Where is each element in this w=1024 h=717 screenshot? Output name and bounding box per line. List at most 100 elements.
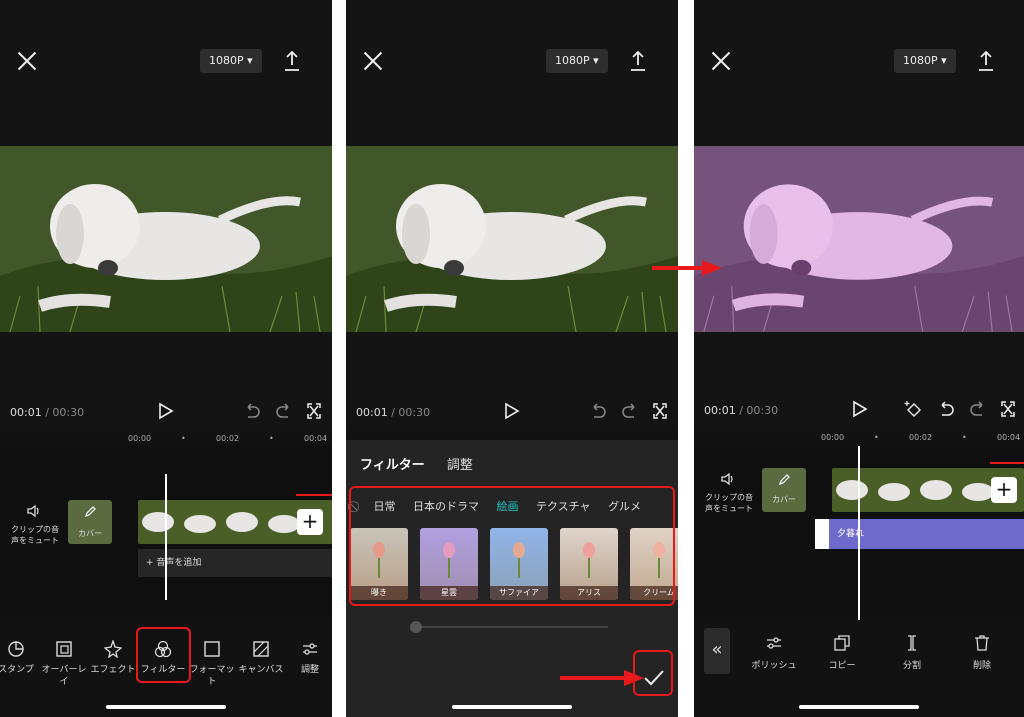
undo-icon[interactable] — [590, 402, 606, 420]
export-icon[interactable] — [628, 50, 648, 72]
home-indicator — [799, 705, 919, 709]
mute-clip-label[interactable]: クリップの音 声をミュート — [702, 492, 756, 514]
add-audio-button[interactable]: + 音声を追加 — [138, 549, 332, 577]
format-icon — [204, 641, 220, 657]
sticker-icon — [8, 641, 24, 657]
tool-label: キャンバス — [238, 665, 284, 675]
ruler-mark: 00:00 — [821, 433, 845, 442]
cover-label: カバー — [78, 529, 102, 538]
video-preview — [0, 146, 332, 332]
edit-icon — [85, 506, 96, 517]
home-indicator — [106, 705, 226, 709]
tool-label: 削除 — [972, 661, 991, 671]
time-total: 00:30 — [52, 406, 85, 419]
tab-adjust[interactable]: 調整 — [447, 458, 473, 473]
tool-label: 調整 — [300, 665, 319, 675]
highlight-filter — [136, 627, 191, 683]
tool-effect[interactable]: エフェクト — [89, 640, 137, 676]
ruler-dot: • — [269, 434, 274, 443]
tool-overlay[interactable]: オーバーレ イ — [40, 640, 88, 688]
canvas-icon — [253, 641, 269, 657]
redo-icon[interactable] — [276, 402, 292, 420]
tool-label: オーバーレ イ — [41, 665, 87, 687]
time-total: 00:30 — [746, 404, 779, 417]
overlay-icon — [56, 641, 72, 657]
resolution-select[interactable]: 1080P ▾ — [546, 49, 608, 73]
clip-marker — [990, 462, 1024, 464]
tool-label: スタンプ — [0, 665, 34, 675]
undo-icon[interactable] — [244, 402, 260, 420]
ruler-mark: 00:00 — [128, 434, 152, 443]
resolution-select[interactable]: 1080P ▾ — [200, 49, 262, 73]
arrow-right-icon — [652, 260, 722, 276]
ruler-dot: • — [874, 433, 879, 442]
timecode: 00:01 / 00:30 — [356, 406, 430, 419]
close-icon[interactable] — [14, 48, 40, 74]
split-icon — [908, 635, 916, 651]
collapse-button[interactable]: « — [704, 628, 730, 674]
time-sep: / — [387, 406, 399, 419]
fullscreen-icon[interactable] — [1000, 400, 1016, 418]
highlight-filter-panel — [349, 486, 675, 606]
play-icon[interactable] — [504, 402, 520, 420]
timecode: 00:01 / 00:30 — [704, 404, 778, 417]
tool-copy[interactable]: コピー — [812, 634, 872, 671]
tool-polish[interactable]: ポリッシュ — [744, 634, 804, 671]
ruler-mark: 00:02 — [909, 433, 933, 442]
home-indicator — [452, 705, 572, 709]
export-icon[interactable] — [976, 50, 996, 72]
speaker-icon[interactable] — [26, 504, 42, 518]
tab-filter[interactable]: フィルター — [360, 458, 425, 473]
redo-icon[interactable] — [622, 402, 638, 420]
time-current: 00:01 — [704, 404, 736, 417]
add-clip-button[interactable]: + — [297, 509, 323, 535]
top-bar — [694, 0, 1024, 146]
close-icon[interactable] — [708, 48, 734, 74]
keyframe-icon[interactable] — [904, 400, 924, 418]
slider-knob[interactable] — [410, 621, 422, 633]
tool-adjust[interactable]: 調整 — [286, 640, 332, 676]
time-current: 00:01 — [356, 406, 388, 419]
ruler-mark: 00:02 — [216, 434, 240, 443]
time-sep: / — [41, 406, 53, 419]
fullscreen-icon[interactable] — [306, 402, 322, 420]
filter-panel-tabs: フィルター 調整 — [360, 454, 491, 473]
tool-label: ポリッシュ — [751, 661, 797, 671]
filter-intensity-slider[interactable] — [410, 621, 608, 633]
resolution-select[interactable]: 1080P ▾ — [894, 49, 956, 73]
play-icon[interactable] — [158, 402, 174, 420]
playhead[interactable] — [858, 446, 860, 620]
filter-track[interactable]: 夕暮れ — [815, 519, 1024, 549]
timeline-ruler: 00:00 • 00:02 • 00:04 — [694, 433, 1024, 445]
add-clip-button[interactable]: + — [991, 477, 1017, 503]
close-icon[interactable] — [360, 48, 386, 74]
redo-icon[interactable] — [970, 400, 986, 418]
tool-delete[interactable]: 削除 — [952, 634, 1012, 671]
clip-marker — [296, 494, 332, 496]
screen-result: 1080P ▾ 00:01 / 00:30 00:00 • 00:02 • 00… — [694, 0, 1024, 717]
arrow-right-icon — [560, 670, 644, 686]
export-icon[interactable] — [282, 50, 302, 72]
mute-clip-label[interactable]: クリップの音 声をミュート — [8, 524, 62, 546]
tool-format[interactable]: フォーマッ ト — [188, 640, 236, 688]
ruler-dot: • — [962, 433, 967, 442]
speaker-icon[interactable] — [720, 472, 736, 486]
cover-label: カバー — [772, 495, 796, 504]
play-icon[interactable] — [852, 400, 868, 418]
tool-label: 分割 — [902, 661, 921, 671]
tool-label: コピー — [828, 661, 856, 671]
video-preview — [346, 146, 678, 332]
effect-icon — [104, 640, 122, 658]
time-total: 00:30 — [398, 406, 431, 419]
undo-icon[interactable] — [938, 400, 954, 418]
playhead[interactable] — [165, 474, 167, 600]
edit-icon — [779, 474, 790, 485]
track-handle[interactable] — [815, 519, 829, 549]
fullscreen-icon[interactable] — [652, 402, 668, 420]
timeline-ruler: 00:00 • 00:02 • 00:04 — [0, 434, 332, 446]
tool-canvas[interactable]: キャンバス — [237, 640, 285, 676]
tool-sticker[interactable]: スタンプ — [0, 640, 40, 676]
top-bar — [346, 0, 678, 146]
tool-split[interactable]: 分割 — [882, 634, 942, 671]
tool-label: フォーマッ ト — [189, 665, 235, 687]
